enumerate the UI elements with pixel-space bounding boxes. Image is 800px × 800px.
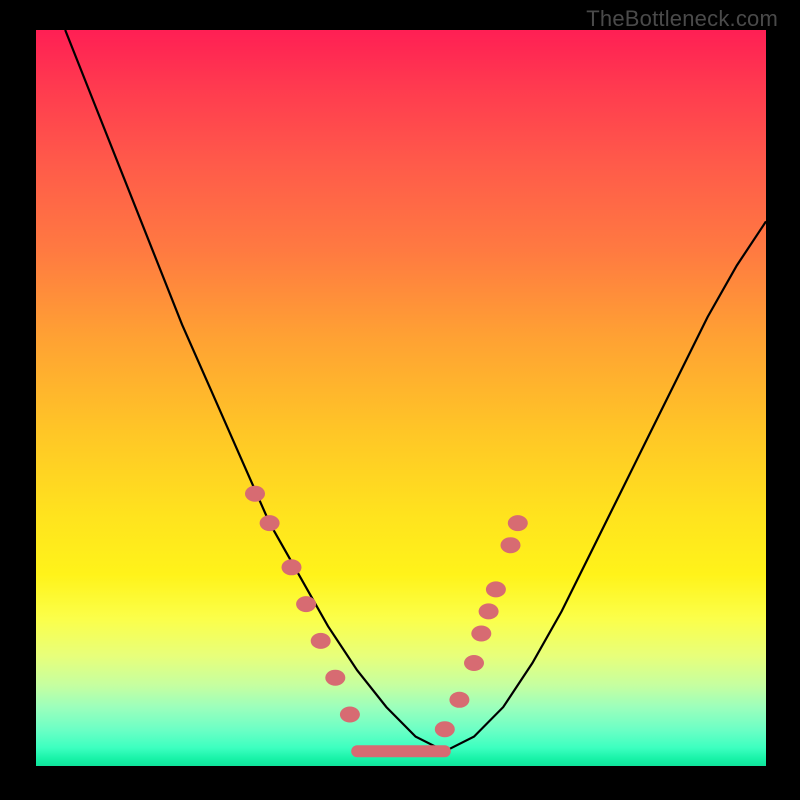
- marker-left-6: [340, 707, 360, 723]
- marker-right-0: [435, 721, 455, 737]
- plot-area: [36, 30, 766, 766]
- marker-right-5: [486, 581, 506, 597]
- marker-left-2: [282, 559, 302, 575]
- marker-left-5: [325, 670, 345, 686]
- marker-right-4: [479, 603, 499, 619]
- marker-right-1: [449, 692, 469, 708]
- chart-stage: TheBottleneck.com: [0, 0, 800, 800]
- marker-left-3: [296, 596, 316, 612]
- marker-left-0: [245, 486, 265, 502]
- marker-right-3: [471, 626, 491, 642]
- marker-left-4: [311, 633, 331, 649]
- chart-svg: [36, 30, 766, 766]
- marker-right-2: [464, 655, 484, 671]
- marker-left-1: [260, 515, 280, 531]
- watermark-text: TheBottleneck.com: [586, 6, 778, 32]
- bottleneck-curve: [65, 30, 766, 751]
- marker-right-7: [508, 515, 528, 531]
- marker-right-6: [501, 537, 521, 553]
